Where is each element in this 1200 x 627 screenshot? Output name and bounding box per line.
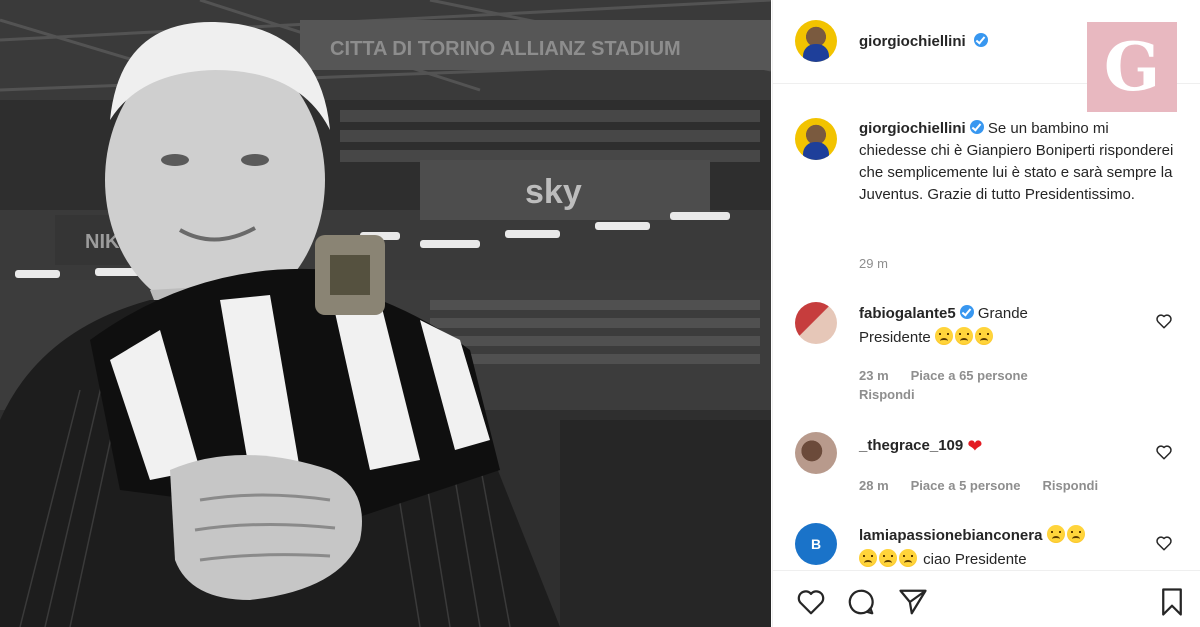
sad-face-emoji-icon (879, 549, 897, 567)
caption-author-avatar[interactable] (795, 118, 837, 160)
comment-text-a: Grande (977, 305, 1028, 322)
comment-likes[interactable]: Piace a 65 persone (911, 368, 1028, 383)
like-comment-heart-icon[interactable] (1155, 443, 1173, 461)
like-comment-heart-icon[interactable] (1155, 534, 1173, 552)
post-photo[interactable]: CITTA DI TORINO ALLIANZ STADIUM sky NIKE (0, 0, 771, 627)
caption-author-username[interactable]: giorgiochiellini (859, 120, 966, 137)
author-username[interactable]: giorgiochiellini (859, 33, 966, 50)
comment-item: lamiapassionebianconera ciao Presidente (859, 524, 1149, 568)
comment-item: _thegrace_109 ❤ (859, 434, 1129, 458)
verified-badge-icon (959, 305, 974, 319)
sky-sign-text: sky (525, 173, 582, 211)
sad-face-emoji-icon (934, 327, 953, 345)
like-comment-heart-icon[interactable] (1155, 312, 1173, 330)
verified-badge-icon (969, 120, 984, 134)
share-paper-plane-icon[interactable] (897, 587, 929, 617)
logo-letter: G (1103, 28, 1161, 106)
comment-reply-link[interactable]: Rispondi (859, 387, 915, 402)
post-header: giorgiochiellini G (773, 0, 1200, 112)
sad-face-emoji-icon (899, 549, 917, 567)
comment-username[interactable]: fabiogalante5 (859, 305, 956, 322)
comment-username[interactable]: _thegrace_109 (859, 437, 963, 454)
comment-avatar[interactable]: B (795, 523, 837, 565)
comment-bubble-icon[interactable] (845, 587, 877, 617)
comment-text: ciao Presidente (923, 551, 1027, 568)
sad-face-emoji-icon (859, 549, 877, 567)
author-name-row: giorgiochiellini (859, 33, 989, 51)
comment-item: fabiogalante5 Grande Presidente (859, 302, 1129, 350)
comment-text-b: Presidente (859, 329, 931, 346)
photo-illustration: CITTA DI TORINO ALLIANZ STADIUM sky NIKE (0, 0, 771, 627)
verified-badge-icon (974, 33, 989, 47)
comment-avatar[interactable] (795, 302, 837, 344)
comment-meta: 28 m Piace a 5 persone Rispondi (859, 478, 1120, 493)
author-avatar[interactable] (795, 20, 837, 62)
watermark-logo: G (1087, 22, 1177, 112)
comment-time[interactable]: 28 m (859, 478, 889, 493)
sad-face-emoji-icon (954, 327, 973, 345)
comment-reply-link[interactable]: Rispondi (1042, 478, 1098, 493)
avatar-letter: B (810, 536, 822, 552)
post-action-bar (773, 570, 1200, 627)
comment-avatar[interactable] (795, 432, 837, 474)
sad-face-emoji-icon (1066, 525, 1085, 543)
like-heart-icon[interactable] (795, 587, 827, 617)
post-caption: giorgiochiellini Se un bambino mi chiede… (859, 118, 1179, 206)
comment-time[interactable]: 23 m (859, 368, 889, 383)
comment-username[interactable]: lamiapassionebianconera (859, 527, 1042, 544)
stadium-banner-text: CITTA DI TORINO ALLIANZ STADIUM (330, 38, 681, 60)
save-bookmark-icon[interactable] (1157, 587, 1187, 617)
comment-meta: 23 m Piace a 65 persone (859, 368, 1050, 383)
sad-face-emoji-icon (1046, 525, 1065, 543)
post-side-panel: giorgiochiellini G giorgiochiellini Se u… (772, 0, 1200, 627)
red-heart-emoji-icon: ❤ (967, 436, 983, 456)
caption-time[interactable]: 29 m (859, 256, 888, 271)
sad-face-emoji-icon (974, 327, 993, 345)
comment-likes[interactable]: Piace a 5 persone (911, 478, 1021, 493)
